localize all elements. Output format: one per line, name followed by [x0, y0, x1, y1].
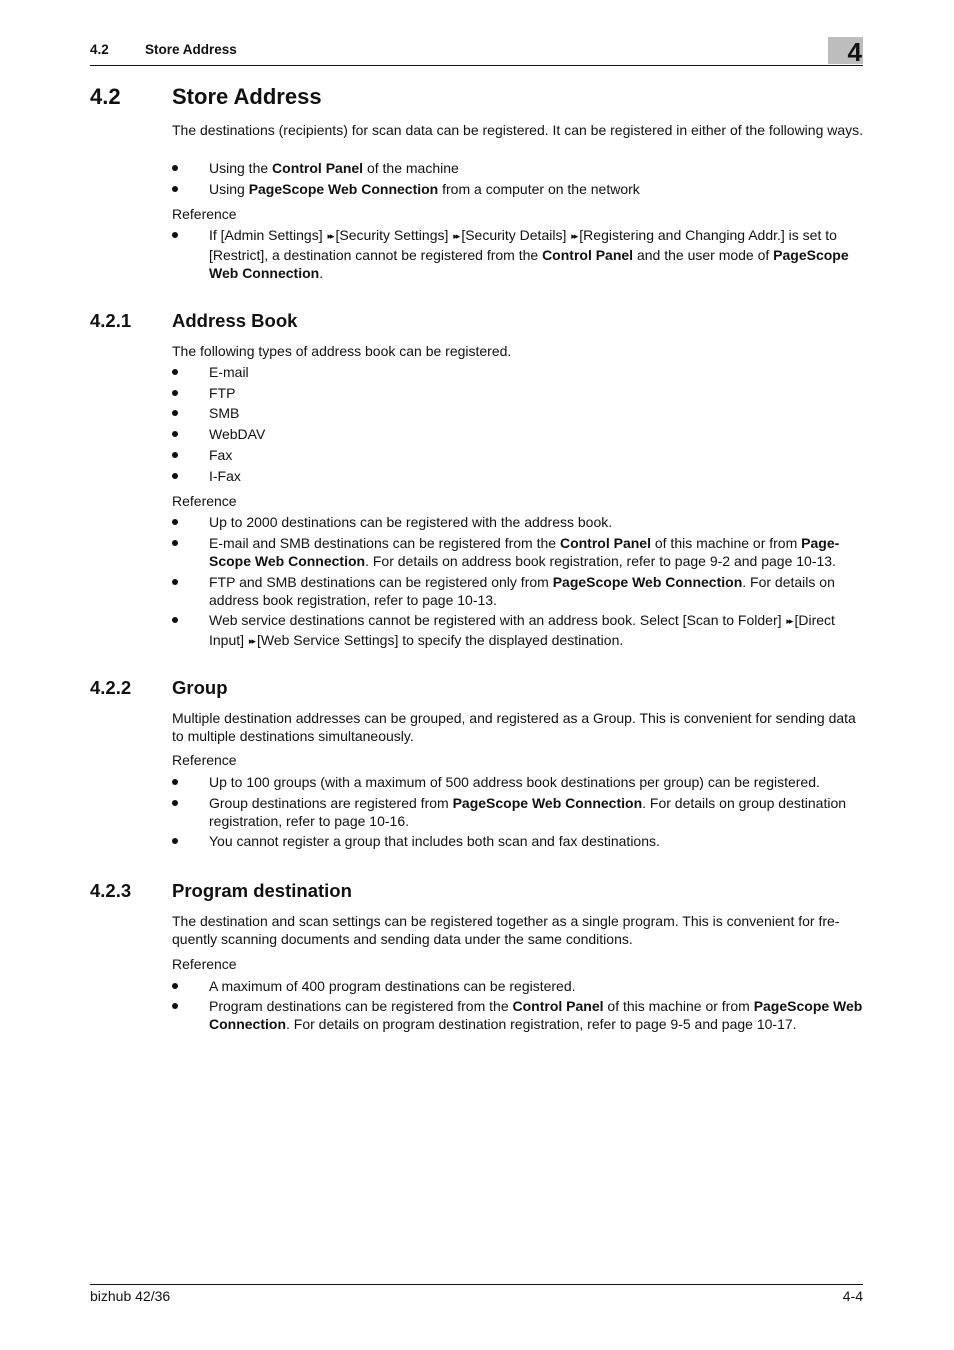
- list-item: Fax: [172, 446, 864, 464]
- reference-label: Reference: [172, 956, 237, 972]
- bullet-icon: [172, 431, 178, 437]
- section-number: 4.2: [90, 84, 121, 109]
- list-item: Using PageScope Web Connection from a co…: [172, 180, 864, 198]
- section-title: Store Address: [172, 84, 322, 109]
- page-number: 4-4: [842, 1288, 863, 1304]
- list-item: FTP: [172, 384, 864, 402]
- list-item: I-Fax: [172, 467, 864, 485]
- chapter-tab: 4: [828, 37, 863, 67]
- list-item: You cannot register a group that include…: [172, 832, 864, 850]
- section-intro: The destinations (recipients) for scan d…: [172, 122, 864, 138]
- bullet-icon: [172, 390, 178, 396]
- bullet-icon: [172, 452, 178, 458]
- double-arrow-icon: ▸▸: [571, 231, 578, 241]
- reference-label: Reference: [172, 493, 237, 509]
- list-item: Web service destinations cannot be regis…: [172, 611, 864, 651]
- subsection-number: 4.2.2: [90, 677, 132, 698]
- bullet-icon: [172, 983, 178, 989]
- double-arrow-icon: ▸▸: [327, 231, 335, 241]
- bullet-icon: [172, 186, 178, 192]
- list-item: E-mail: [172, 363, 864, 381]
- bullet-icon: [172, 540, 178, 546]
- list-item: Using the Control Panel of the machine: [172, 159, 864, 177]
- subsection-intro: Multiple destination addresses can be gr…: [172, 710, 856, 744]
- subsection-number: 4.2.1: [90, 310, 132, 331]
- bullet-icon: [172, 369, 178, 375]
- list-item: WebDAV: [172, 425, 864, 443]
- bullet-icon: [172, 1003, 178, 1009]
- bullet-icon: [172, 579, 178, 585]
- header-section-number: 4.2: [90, 42, 109, 57]
- subsection-title: Group: [172, 677, 228, 698]
- list-item: FTP and SMB destinations can be register…: [172, 573, 864, 609]
- bullet-icon: [172, 617, 178, 623]
- bullet-icon: [172, 165, 178, 171]
- reference-label: Reference: [172, 206, 237, 222]
- reference-label: Reference: [172, 752, 237, 768]
- double-arrow-icon: ▸▸: [248, 636, 256, 646]
- list-item: Up to 100 groups (with a maximum of 500 …: [172, 773, 864, 791]
- product-name: bizhub 42/36: [90, 1288, 171, 1304]
- double-arrow-icon: ▸▸: [453, 231, 460, 241]
- header-section-title: Store Address: [145, 42, 237, 57]
- chapter-number: 4: [847, 37, 862, 67]
- list-item: Group destinations are registered from P…: [172, 794, 864, 830]
- bullet-icon: [172, 410, 178, 416]
- running-header: 4.2 Store Address 4: [90, 37, 863, 67]
- list-item: Up to 2000 destinations can be registere…: [172, 513, 864, 531]
- subsection-title: Address Book: [172, 310, 298, 331]
- subsection-title: Program destination: [172, 880, 352, 901]
- double-arrow-icon: ▸▸: [786, 616, 793, 626]
- page-footer: bizhub 42/36 4-4: [90, 1284, 863, 1304]
- bullet-icon: [172, 779, 178, 785]
- list-item: If [Admin Settings] ▸▸ [Security Settings…: [172, 226, 864, 282]
- bullet-icon: [172, 232, 178, 238]
- list-item: E-mail and SMB destinations can be regis…: [172, 534, 864, 570]
- bullet-icon: [172, 800, 178, 806]
- subsection-intro: The following types of address book can …: [172, 343, 512, 359]
- list-item: A maximum of 400 program destinations ca…: [172, 977, 864, 995]
- list-item: SMB: [172, 404, 864, 422]
- bullet-icon: [172, 473, 178, 479]
- bullet-icon: [172, 838, 178, 844]
- subsection-number: 4.2.3: [90, 880, 132, 901]
- list-item: Program destinations can be registered f…: [172, 997, 864, 1033]
- subsection-intro: The destination and scan settings can be…: [172, 913, 840, 947]
- bullet-icon: [172, 519, 178, 525]
